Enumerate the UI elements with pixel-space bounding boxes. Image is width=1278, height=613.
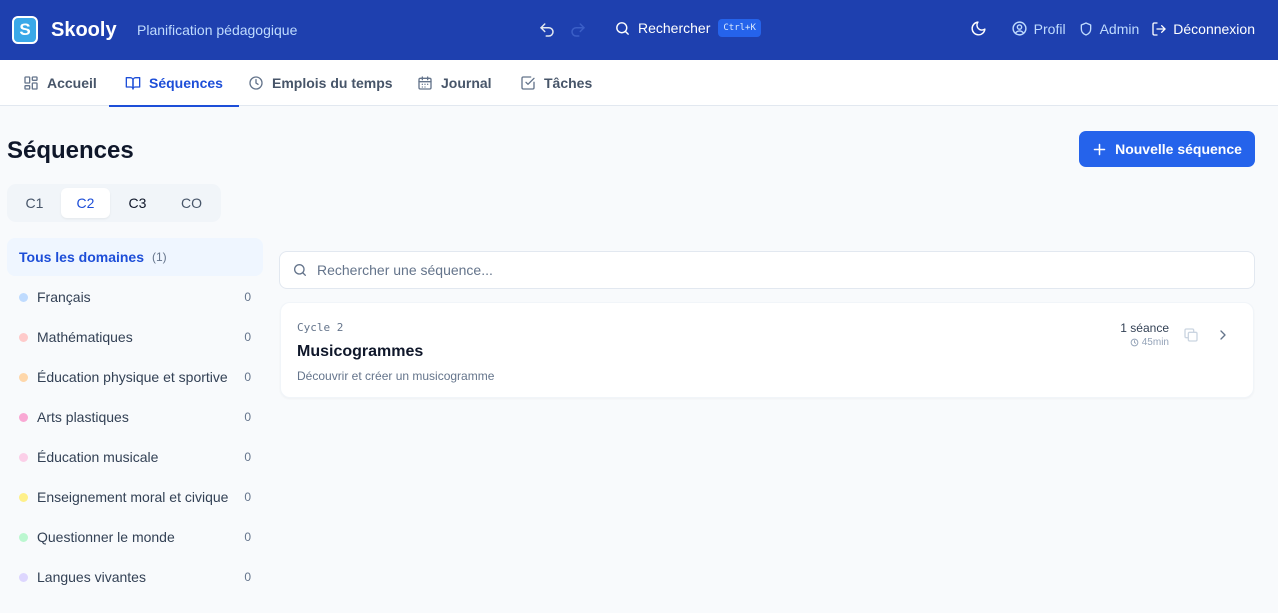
domain-color-dot: [19, 492, 28, 502]
sequence-search-input[interactable]: [317, 262, 1217, 278]
sequence-card[interactable]: Cycle 2 Musicogrammes Découvrir et créer…: [280, 302, 1254, 398]
top-bar: S Skooly Planification pédagogique Reche…: [0, 0, 1278, 60]
user-circle-icon: [1012, 21, 1027, 36]
domain-item[interactable]: Enseignement moral et civique 0: [7, 478, 263, 516]
logout-icon: [1152, 21, 1166, 36]
grid-icon: [24, 76, 38, 90]
domain-count: 0: [244, 410, 251, 424]
domain-label: Enseignement moral et civique: [37, 489, 229, 505]
shield-icon: [1080, 21, 1091, 36]
nav-tabs: Accueil Séquences Emplois du temps Journ…: [0, 60, 1278, 107]
cycle-selector: C1 C2 C3 CO: [7, 184, 221, 222]
search-label: Rechercher: [638, 20, 711, 36]
domain-all-count: (1): [152, 250, 167, 264]
copy-icon[interactable]: [1183, 327, 1199, 343]
domain-count: 0: [244, 530, 251, 544]
tab-journal[interactable]: Journal: [417, 60, 492, 106]
domain-color-dot: [19, 332, 28, 342]
domain-item[interactable]: Français 0: [7, 278, 263, 316]
sequence-title: Musicogrammes: [297, 343, 424, 360]
domain-item[interactable]: Éducation physique et sportive 0: [7, 358, 263, 396]
domain-count: 0: [244, 370, 251, 384]
domain-label: Français: [37, 289, 91, 305]
sequence-search: [279, 251, 1255, 289]
domain-item[interactable]: Arts plastiques 0: [7, 398, 263, 436]
clock-icon: [1130, 338, 1139, 347]
admin-link[interactable]: Admin: [1078, 20, 1140, 37]
tab-emplois-du-temps[interactable]: Emplois du temps: [248, 60, 393, 106]
domain-label: Arts plastiques: [37, 409, 129, 425]
domain-item[interactable]: Éducation musicale 0: [7, 438, 263, 476]
app-subtitle: Planification pédagogique: [137, 22, 298, 38]
app-name[interactable]: Skooly: [51, 19, 117, 42]
tab-accueil[interactable]: Accueil: [23, 60, 97, 106]
profile-link[interactable]: Profil: [1011, 20, 1066, 37]
cycle-pill-c2[interactable]: C2: [61, 188, 110, 218]
domain-label: Questionner le monde: [37, 529, 175, 545]
tab-label: Tâches: [544, 75, 593, 91]
cycle-pill-c3[interactable]: C3: [113, 188, 162, 218]
cycle-pill-c1[interactable]: C1: [10, 188, 59, 218]
domain-color-dot: [19, 292, 28, 302]
page-title: Séquences: [7, 137, 134, 164]
clock-icon: [249, 76, 263, 90]
logout-label: Déconnexion: [1173, 20, 1255, 37]
sequence-description: Découvrir et créer un musicogramme: [297, 369, 495, 383]
tab-sequences[interactable]: Séquences: [109, 60, 239, 107]
new-sequence-button[interactable]: Nouvelle séquence: [1079, 131, 1255, 167]
sequence-sessions: 1 séance: [1120, 321, 1169, 335]
domain-count: 0: [244, 570, 251, 584]
domain-color-dot: [19, 452, 28, 462]
chevron-right-icon[interactable]: [1215, 327, 1231, 343]
duration-value: 45min: [1141, 337, 1169, 348]
domain-all[interactable]: Tous les domaines (1): [7, 238, 263, 276]
domain-label: Langues vivantes: [37, 569, 146, 585]
book-icon: [125, 77, 141, 90]
sequence-cycle: Cycle 2: [297, 321, 344, 334]
top-right-actions: Profil Admin Déconnexion: [970, 20, 1255, 37]
domain-item[interactable]: Langues vivantes 0: [7, 558, 263, 596]
tab-taches[interactable]: Tâches: [520, 60, 592, 106]
tab-label: Accueil: [47, 75, 97, 91]
shortcut-badge: Ctrl+K: [718, 19, 761, 37]
domain-color-dot: [19, 372, 28, 382]
domain-count: 0: [244, 450, 251, 464]
domain-all-label: Tous les domaines: [19, 249, 144, 265]
domain-label: Éducation musicale: [37, 449, 159, 465]
checkbox-icon: [521, 76, 535, 90]
domain-color-dot: [19, 572, 28, 582]
search-icon: [294, 264, 306, 276]
moon-icon[interactable]: [970, 20, 987, 37]
domain-color-dot: [19, 412, 28, 422]
plus-icon: [1093, 143, 1106, 155]
calendar-icon: [418, 76, 432, 90]
domain-item[interactable]: Mathématiques 0: [7, 318, 263, 356]
domain-count: 0: [244, 490, 251, 504]
domain-count: 0: [244, 330, 251, 344]
new-sequence-label: Nouvelle séquence: [1115, 141, 1242, 157]
sequence-duration: 45min: [1130, 337, 1169, 348]
undo-icon[interactable]: [538, 21, 556, 39]
domain-count: 0: [244, 290, 251, 304]
logo-icon[interactable]: S: [12, 16, 38, 44]
admin-label: Admin: [1099, 20, 1140, 37]
tab-label: Journal: [441, 75, 492, 91]
global-search-button[interactable]: Rechercher Ctrl+K: [614, 19, 761, 37]
search-icon: [616, 21, 629, 35]
domain-label: Éducation physique et sportive: [37, 369, 228, 385]
redo-icon[interactable]: [569, 21, 587, 39]
cycle-pill-co[interactable]: CO: [167, 188, 216, 218]
domain-item[interactable]: Questionner le monde 0: [7, 518, 263, 556]
profile-label: Profil: [1033, 20, 1066, 37]
domain-color-dot: [19, 532, 28, 542]
tab-label: Séquences: [149, 75, 223, 91]
tab-label: Emplois du temps: [272, 75, 393, 91]
domain-label: Mathématiques: [37, 329, 133, 345]
logout-link[interactable]: Déconnexion: [1151, 21, 1255, 37]
